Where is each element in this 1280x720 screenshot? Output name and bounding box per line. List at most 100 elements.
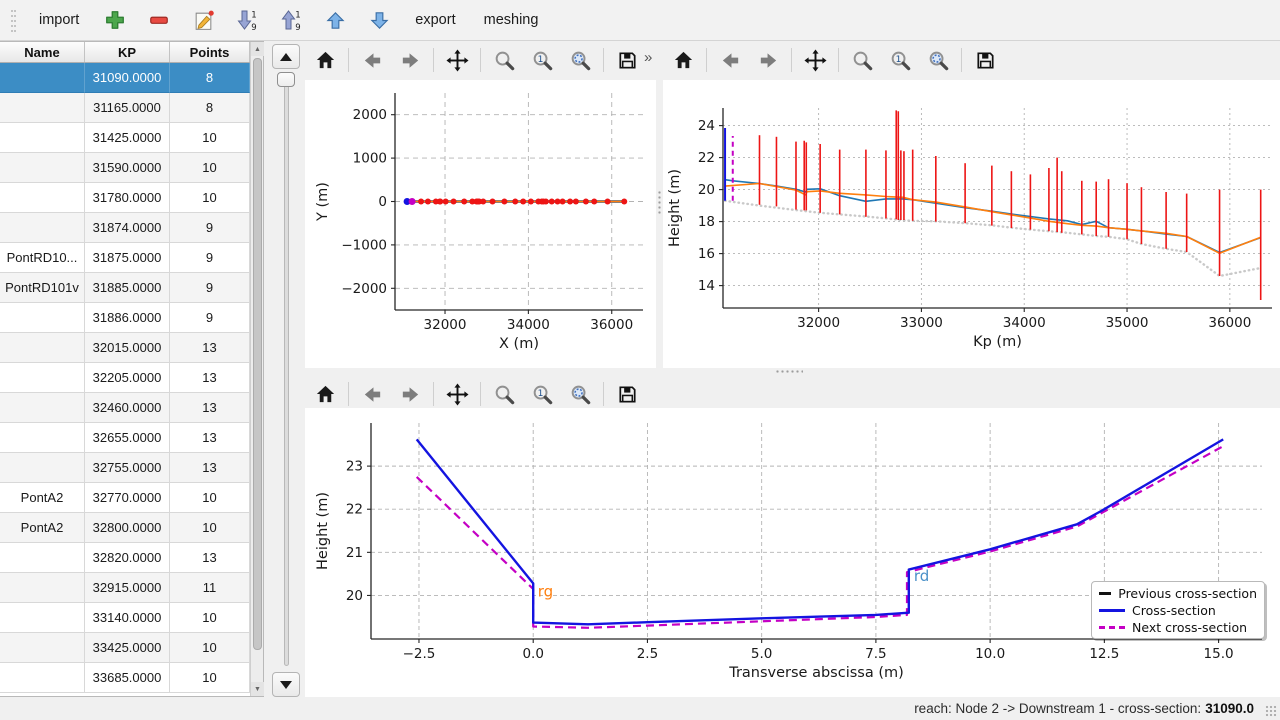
points-cell[interactable]: 9 [170,243,250,273]
table-row[interactable]: PontA232770.000010 [0,483,263,513]
points-cell[interactable]: 10 [170,633,250,663]
zoom-one-button[interactable]: 1 [524,44,560,76]
table-row[interactable]: 32015.000013 [0,333,263,363]
add-cross-section-button[interactable] [101,6,129,34]
table-row[interactable]: 33685.000010 [0,663,263,693]
points-cell[interactable]: 10 [170,183,250,213]
kp-cell[interactable]: 31885.0000 [85,273,170,303]
pan-button[interactable] [797,44,833,76]
kp-cell[interactable]: 32460.0000 [85,393,170,423]
kp-cell[interactable]: 31590.0000 [85,153,170,183]
kp-cell[interactable]: 32820.0000 [85,543,170,573]
name-cell[interactable] [0,423,85,453]
export-button[interactable]: export [409,8,461,32]
kp-cell[interactable]: 32770.0000 [85,483,170,513]
profile-chart[interactable]: 3200033000340003500036000141618202224Kp … [663,80,1280,368]
kp-cell[interactable]: 33140.0000 [85,603,170,633]
name-cell[interactable] [0,363,85,393]
points-cell[interactable]: 13 [170,393,250,423]
kp-cell[interactable]: 32915.0000 [85,573,170,603]
points-cell[interactable]: 13 [170,453,250,483]
zoom-one-button[interactable]: 1 [524,378,560,410]
points-cell[interactable]: 10 [170,483,250,513]
points-cell[interactable]: 10 [170,603,250,633]
table-row[interactable]: 31165.00008 [0,93,263,123]
name-cell[interactable] [0,393,85,423]
kp-cell[interactable]: 31886.0000 [85,303,170,333]
kp-cell[interactable]: 31165.0000 [85,93,170,123]
home-button[interactable] [665,44,701,76]
table-row[interactable]: 32205.000013 [0,363,263,393]
points-cell[interactable]: 11 [170,573,250,603]
resize-grip[interactable] [1265,705,1277,717]
zoom-button[interactable] [844,44,880,76]
name-cell[interactable] [0,543,85,573]
scroll-down-arrow-icon[interactable]: ▼ [251,682,264,696]
points-cell[interactable]: 8 [170,93,250,123]
vertical-splitter[interactable] [656,80,663,368]
name-cell[interactable] [0,123,85,153]
table-row[interactable]: 32655.000013 [0,423,263,453]
zoom-button[interactable] [486,378,522,410]
meshing-button[interactable]: meshing [478,8,545,32]
kp-cell[interactable]: 32755.0000 [85,453,170,483]
name-cell[interactable] [0,213,85,243]
horizontal-splitter[interactable] [305,368,1280,375]
points-cell[interactable]: 9 [170,213,250,243]
zoom-fit-button[interactable] [562,378,598,410]
next-section-button[interactable] [272,672,300,697]
points-cell[interactable]: 10 [170,153,250,183]
points-cell[interactable]: 9 [170,273,250,303]
table-row[interactable]: PontA232800.000010 [0,513,263,543]
name-cell[interactable]: PontA2 [0,513,85,543]
kp-cell[interactable]: 32205.0000 [85,363,170,393]
save-button[interactable] [609,44,645,76]
points-cell[interactable]: 8 [170,63,250,93]
toolbar-overflow-chevron[interactable]: » [644,49,652,66]
sort-ascending-button[interactable]: 1 9 [277,6,305,34]
kp-cell[interactable]: 31780.0000 [85,183,170,213]
points-cell[interactable]: 13 [170,363,250,393]
name-cell[interactable] [0,153,85,183]
name-cell[interactable]: PontRD101v [0,273,85,303]
column-header-points[interactable]: Points [170,42,250,62]
kp-cell[interactable]: 31874.0000 [85,213,170,243]
forward-button[interactable] [392,378,428,410]
name-cell[interactable] [0,453,85,483]
table-row[interactable]: 33140.000010 [0,603,263,633]
points-cell[interactable]: 10 [170,513,250,543]
points-cell[interactable]: 13 [170,423,250,453]
kp-cell[interactable]: 31875.0000 [85,243,170,273]
toolbar-grip[interactable] [10,7,17,33]
pan-button[interactable] [439,378,475,410]
kp-cell[interactable]: 31090.0000 [85,63,170,93]
sort-descending-button[interactable]: 1 9 [233,6,261,34]
table-scrollbar[interactable]: ▲ ▼ [250,42,263,696]
zoom-button[interactable] [486,44,522,76]
name-cell[interactable] [0,573,85,603]
kp-cell[interactable]: 33685.0000 [85,663,170,693]
table-scrollbar-thumb[interactable] [253,58,262,650]
edit-button[interactable] [189,6,217,34]
name-cell[interactable] [0,333,85,363]
plan-view-chart[interactable]: 320003400036000−2000−1000010002000X (m)Y… [305,80,656,368]
table-row[interactable]: 31090.00008 [0,63,263,93]
points-cell[interactable]: 13 [170,543,250,573]
points-cell[interactable]: 10 [170,123,250,153]
name-cell[interactable] [0,633,85,663]
back-button[interactable] [354,44,390,76]
name-cell[interactable] [0,603,85,633]
section-slider-handle[interactable] [277,72,295,87]
cross-section-chart[interactable]: −2.50.02.55.07.510.012.515.020212223Tran… [305,408,1280,697]
table-row[interactable]: 32820.000013 [0,543,263,573]
column-header-kp[interactable]: KP [85,42,170,62]
kp-cell[interactable]: 32015.0000 [85,333,170,363]
name-cell[interactable]: PontA2 [0,483,85,513]
table-row[interactable]: 31874.00009 [0,213,263,243]
back-button[interactable] [712,44,748,76]
name-cell[interactable] [0,183,85,213]
points-cell[interactable]: 9 [170,303,250,333]
back-button[interactable] [354,378,390,410]
move-up-button[interactable] [321,6,349,34]
forward-button[interactable] [750,44,786,76]
